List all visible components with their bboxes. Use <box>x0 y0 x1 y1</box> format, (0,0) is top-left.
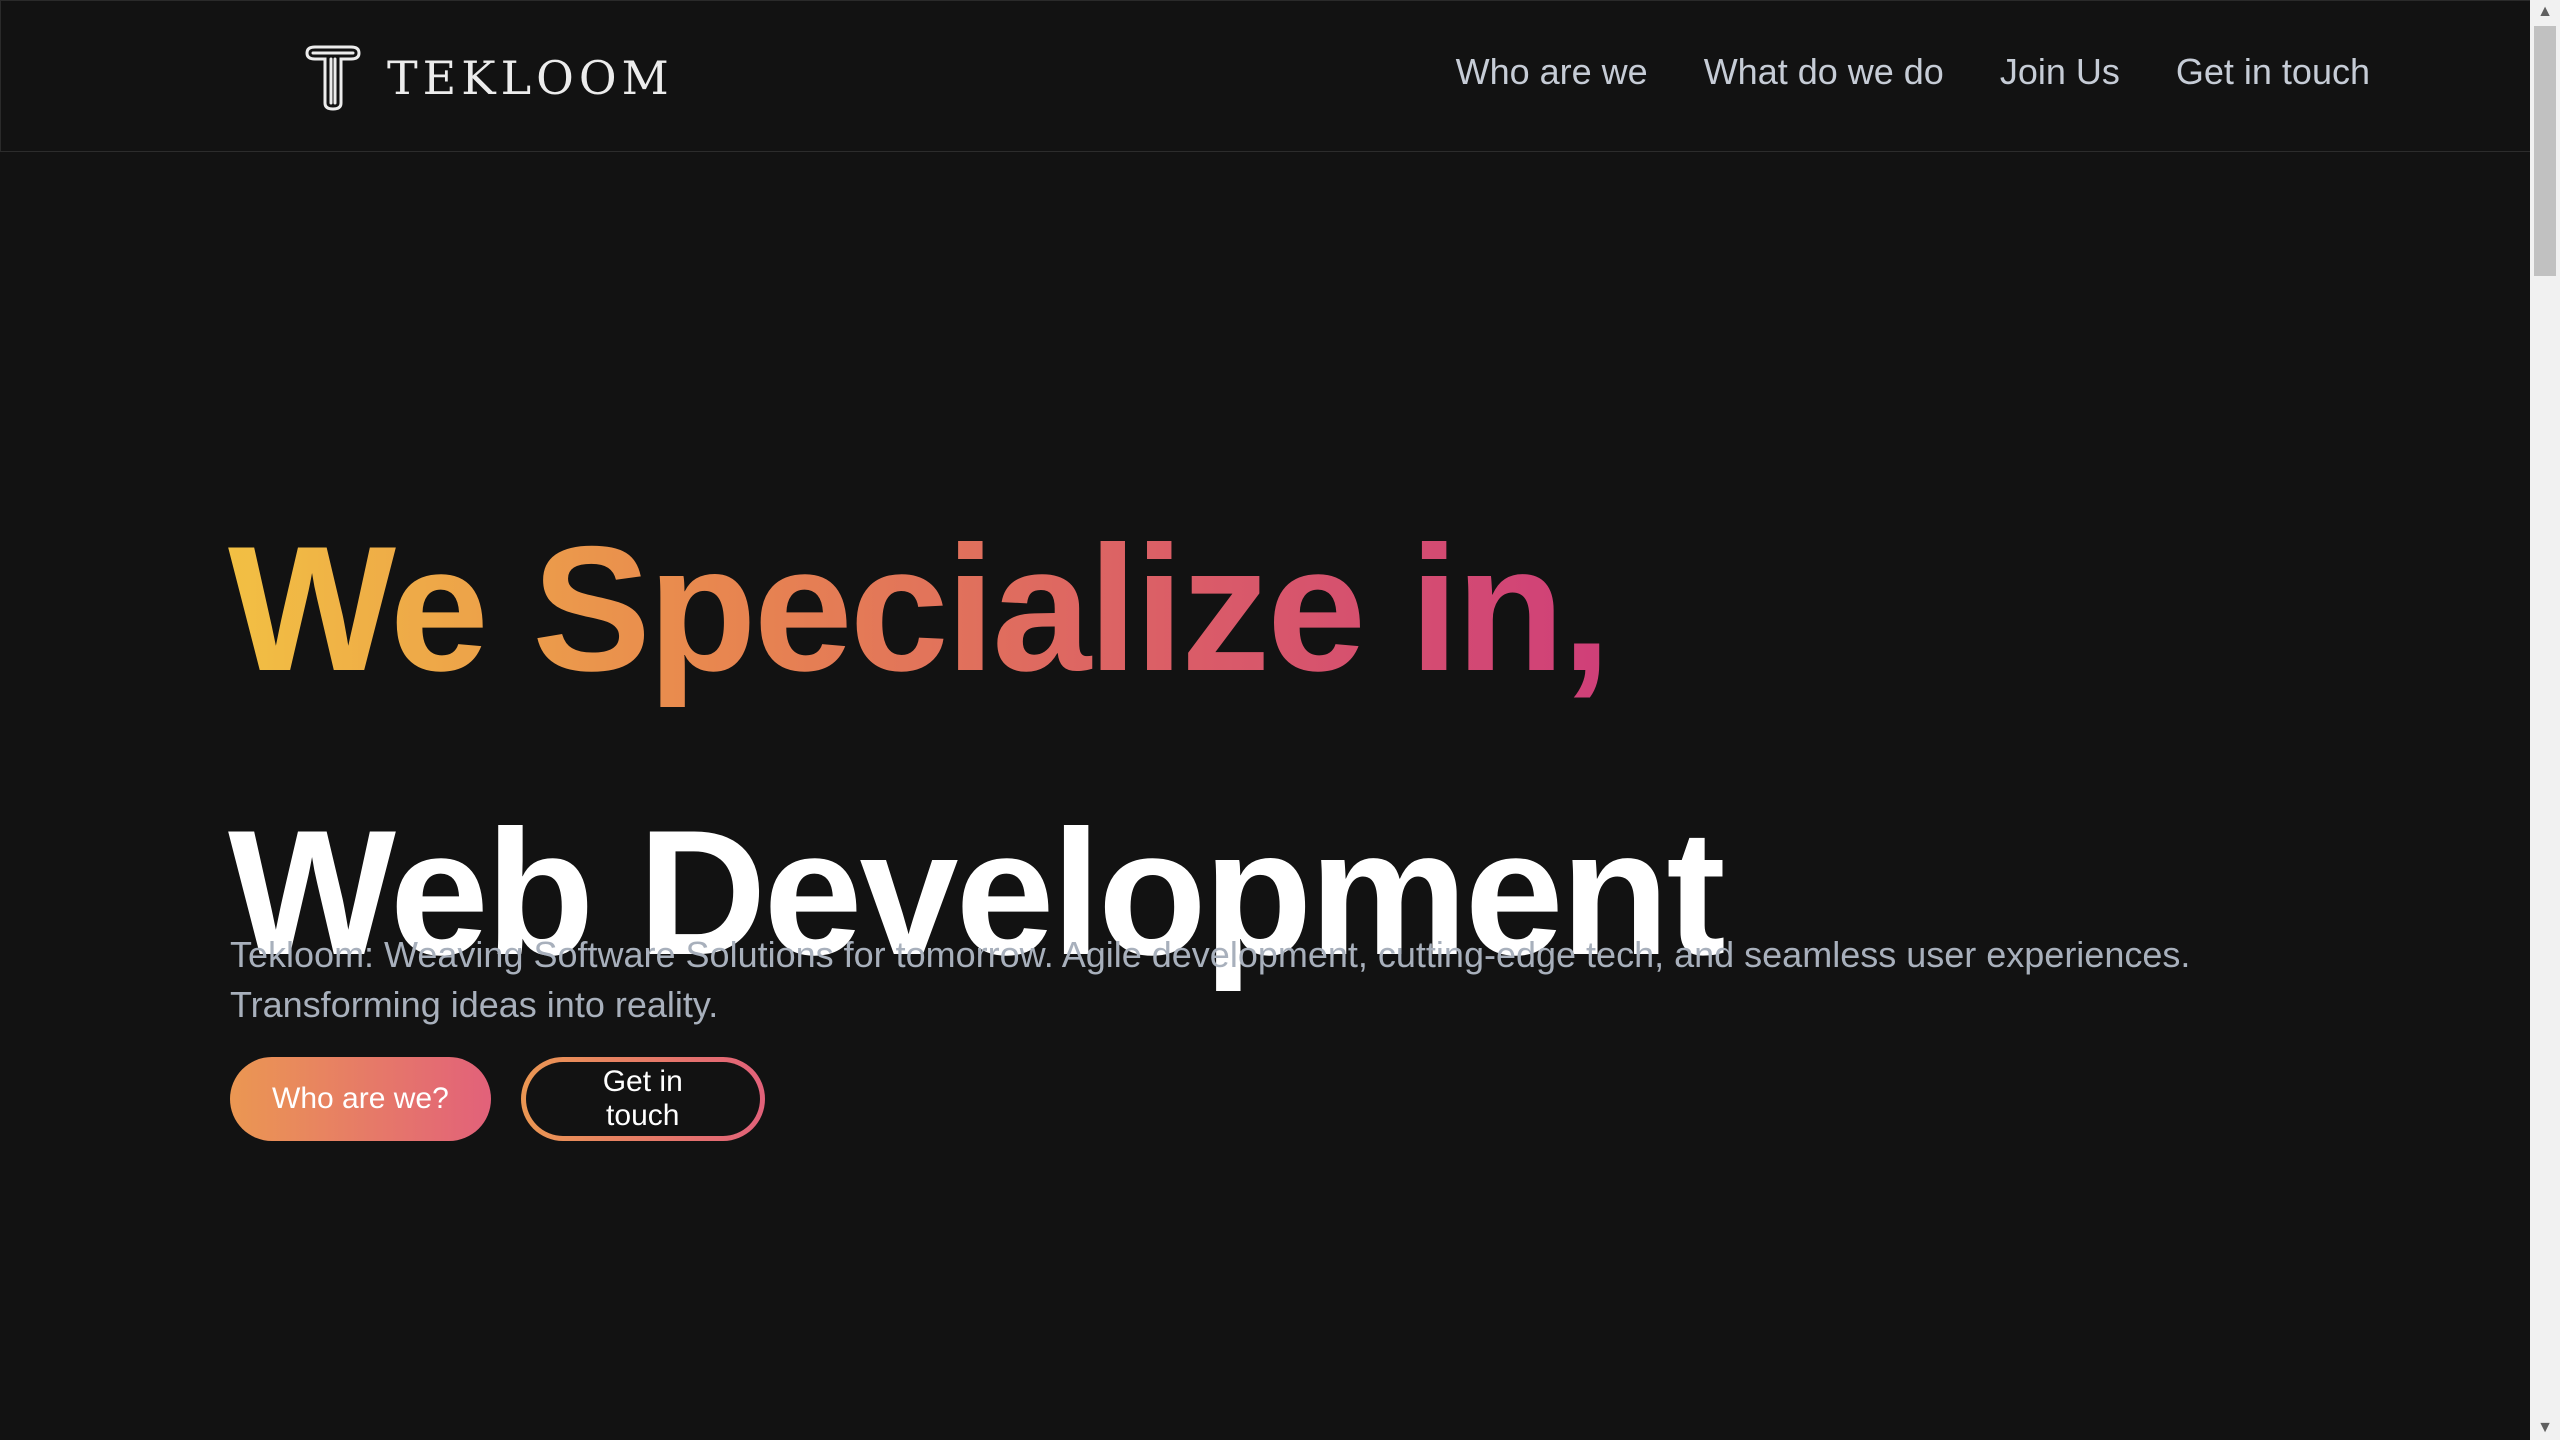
page-scrollbar[interactable]: ▲ ▼ <box>2530 0 2560 1440</box>
brand-logo[interactable]: TEKLOOM <box>301 43 674 113</box>
hero-headline: We Specialize in, <box>228 504 1611 714</box>
nav-link-join-us[interactable]: Join Us <box>2000 51 2120 93</box>
who-are-we-button[interactable]: Who are we? <box>230 1057 491 1141</box>
hero-description: Tekloom: Weaving Software Solutions for … <box>230 934 2191 1025</box>
nav-link-who-are-we[interactable]: Who are we <box>1456 51 1648 93</box>
brand-name: TEKLOOM <box>387 51 674 105</box>
nav-link-get-in-touch[interactable]: Get in touch <box>2176 51 2370 93</box>
main-nav: Who are we What do we do Join Us Get in … <box>1456 51 2370 93</box>
site-header: TEKLOOM Who are we What do we do Join Us… <box>0 0 2530 152</box>
page: TEKLOOM Who are we What do we do Join Us… <box>0 0 2560 1440</box>
get-in-touch-button[interactable]: Get in touch <box>521 1057 765 1141</box>
scroll-up-arrow-icon[interactable]: ▲ <box>2530 0 2560 24</box>
tekloom-t-logo-icon <box>305 45 361 111</box>
scroll-down-arrow-icon[interactable]: ▼ <box>2530 1416 2560 1440</box>
scrollbar-thumb[interactable] <box>2534 26 2556 276</box>
hero-actions: Who are we? Get in touch <box>230 1057 765 1141</box>
nav-link-what-do-we-do[interactable]: What do we do <box>1704 51 1944 93</box>
